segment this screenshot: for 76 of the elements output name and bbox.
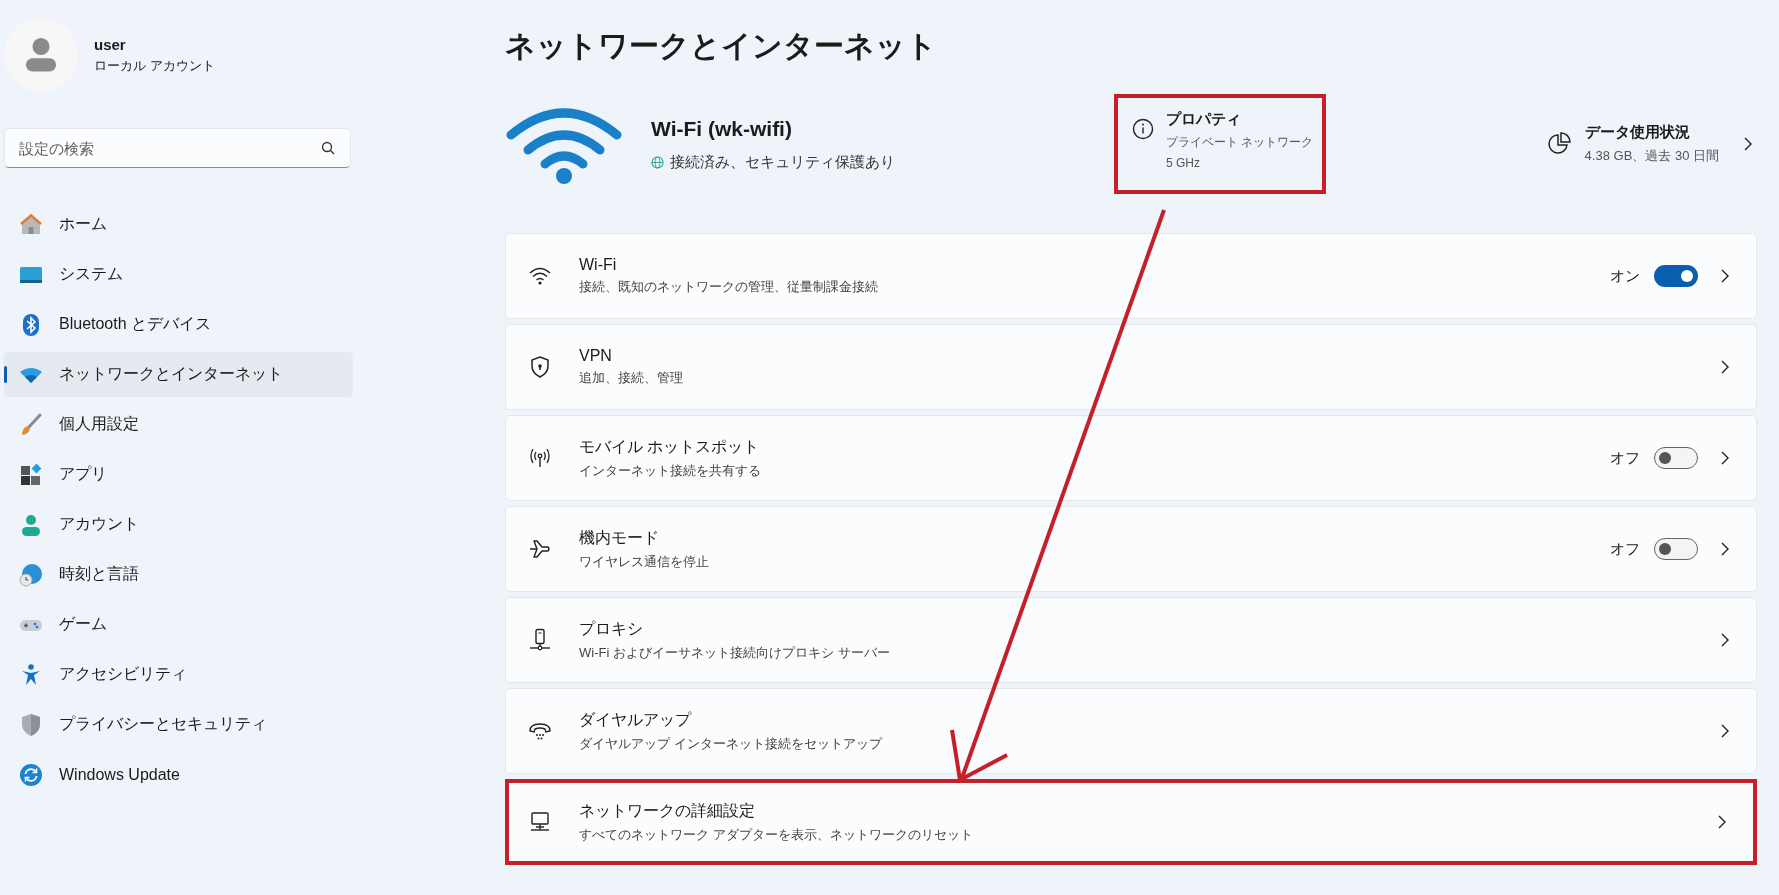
server-icon bbox=[528, 628, 552, 652]
shield-icon bbox=[528, 355, 552, 379]
row-title: Wi-Fi bbox=[579, 256, 618, 274]
search-icon bbox=[321, 141, 335, 155]
sidebar-item[interactable]: Windows Update bbox=[4, 752, 353, 797]
settings-row[interactable]: ネットワークの詳細設定 すべてのネットワーク アダプターを表示、ネットワークのリセット bbox=[505, 779, 1757, 865]
sidebar-item[interactable]: ホーム bbox=[4, 202, 353, 247]
row-description: 追加、接続、管理 bbox=[579, 369, 684, 387]
row-description: 接続、既知のネットワークの管理、従量制課金接続 bbox=[579, 278, 879, 296]
network-name: Wi-Fi (wk-wifi) bbox=[651, 116, 793, 141]
computer-network-icon bbox=[528, 810, 552, 834]
toggle-label: オン bbox=[1610, 266, 1640, 286]
row-description: インターネット接続を共有する bbox=[579, 461, 762, 480]
airplane-icon bbox=[528, 537, 552, 561]
settings-row[interactable]: VPN 追加、接続、管理 bbox=[505, 324, 1757, 410]
house-icon bbox=[19, 212, 43, 237]
data-usage-title: データ使用状況 bbox=[1584, 123, 1691, 142]
row-description: すべてのネットワーク アダプターを表示、ネットワークのリセット bbox=[579, 825, 974, 844]
sidebar-item[interactable]: ゲーム bbox=[4, 602, 353, 647]
row-description: Wi-Fi およびイーサネット接続向けプロキシ サーバー bbox=[579, 643, 891, 662]
paintbrush-icon bbox=[19, 412, 43, 437]
globe-icon bbox=[651, 155, 664, 169]
row-title: ダイヤルアップ bbox=[579, 709, 693, 730]
account-type: ローカル アカウント bbox=[94, 56, 215, 75]
settings-row[interactable]: Wi-Fi 接続、既知のネットワークの管理、従量制課金接続 オン bbox=[505, 233, 1757, 319]
settings-row[interactable]: 機内モード ワイヤレス通信を停止 オフ bbox=[505, 506, 1757, 592]
data-usage-detail: 4.38 GB、過去 30 日間 bbox=[1584, 147, 1719, 165]
sidebar-item[interactable]: プライバシーとセキュリティ bbox=[4, 702, 353, 747]
sidebar-item[interactable]: システム bbox=[4, 252, 353, 297]
info-icon bbox=[1132, 118, 1154, 140]
page-title: ネットワークとインターネット bbox=[505, 28, 938, 64]
toggle-switch[interactable] bbox=[1654, 265, 1698, 287]
chevron-icon bbox=[1717, 814, 1727, 830]
row-title: VPN bbox=[579, 347, 613, 365]
sidebar-item[interactable]: アプリ bbox=[4, 452, 353, 497]
user-name: user bbox=[94, 35, 127, 53]
sidebar-item[interactable]: アクセシビリティ bbox=[4, 652, 353, 697]
pie-chart-icon bbox=[1546, 132, 1571, 156]
sidebar-item[interactable]: アカウント bbox=[4, 502, 353, 547]
row-title: 機内モード bbox=[579, 527, 660, 548]
refresh-icon bbox=[19, 762, 43, 787]
sidebar-item[interactable]: ネットワークとインターネット bbox=[4, 352, 353, 397]
chevron-icon bbox=[1720, 541, 1730, 557]
row-title: プロキシ bbox=[579, 618, 644, 639]
settings-row[interactable]: ダイヤルアップ ダイヤルアップ インターネット接続をセットアップ bbox=[505, 688, 1757, 774]
antenna-icon bbox=[528, 446, 552, 470]
sidebar-item[interactable]: 個人用設定 bbox=[4, 402, 353, 447]
toggle-label: オフ bbox=[1610, 539, 1640, 559]
properties-link[interactable]: プロパティ プライベート ネットワーク 5 GHz bbox=[1114, 94, 1326, 194]
apps-icon bbox=[19, 462, 43, 487]
toggle-switch[interactable] bbox=[1654, 447, 1698, 469]
properties-detail: 5 GHz bbox=[1166, 156, 1201, 170]
chevron-icon bbox=[1720, 450, 1730, 466]
settings-row[interactable]: モバイル ホットスポット インターネット接続を共有する オフ bbox=[505, 415, 1757, 501]
chevron-icon bbox=[1720, 359, 1730, 375]
search-field[interactable]: 設定の検索 bbox=[4, 128, 351, 168]
sidebar-item[interactable]: Bluetooth とデバイス bbox=[4, 302, 353, 347]
row-title: モバイル ホットスポット bbox=[579, 436, 761, 457]
row-description: ワイヤレス通信を停止 bbox=[579, 552, 710, 571]
chevron-icon bbox=[1720, 723, 1730, 739]
chevron-icon bbox=[1743, 136, 1753, 152]
sidebar-item[interactable]: 時刻と言語 bbox=[4, 552, 353, 597]
properties-title: プロパティ bbox=[1166, 110, 1242, 129]
chevron-icon bbox=[1720, 632, 1730, 648]
data-usage-link[interactable]: データ使用状況 4.38 GB、過去 30 日間 bbox=[1546, 123, 1753, 165]
properties-detail: プライベート ネットワーク bbox=[1166, 134, 1314, 151]
row-title: ネットワークの詳細設定 bbox=[579, 800, 756, 821]
toggle-label: オフ bbox=[1610, 448, 1640, 468]
person-icon bbox=[19, 512, 43, 537]
globe-clock-icon bbox=[19, 562, 43, 587]
shield-icon bbox=[19, 712, 43, 737]
settings-row[interactable]: プロキシ Wi-Fi およびイーサネット接続向けプロキシ サーバー bbox=[505, 597, 1757, 683]
connection-status: 接続済み、セキュリティ保護あり bbox=[670, 152, 895, 172]
chevron-icon bbox=[1720, 268, 1730, 284]
toggle-switch[interactable] bbox=[1654, 538, 1698, 560]
row-description: ダイヤルアップ インターネット接続をセットアップ bbox=[579, 734, 884, 753]
